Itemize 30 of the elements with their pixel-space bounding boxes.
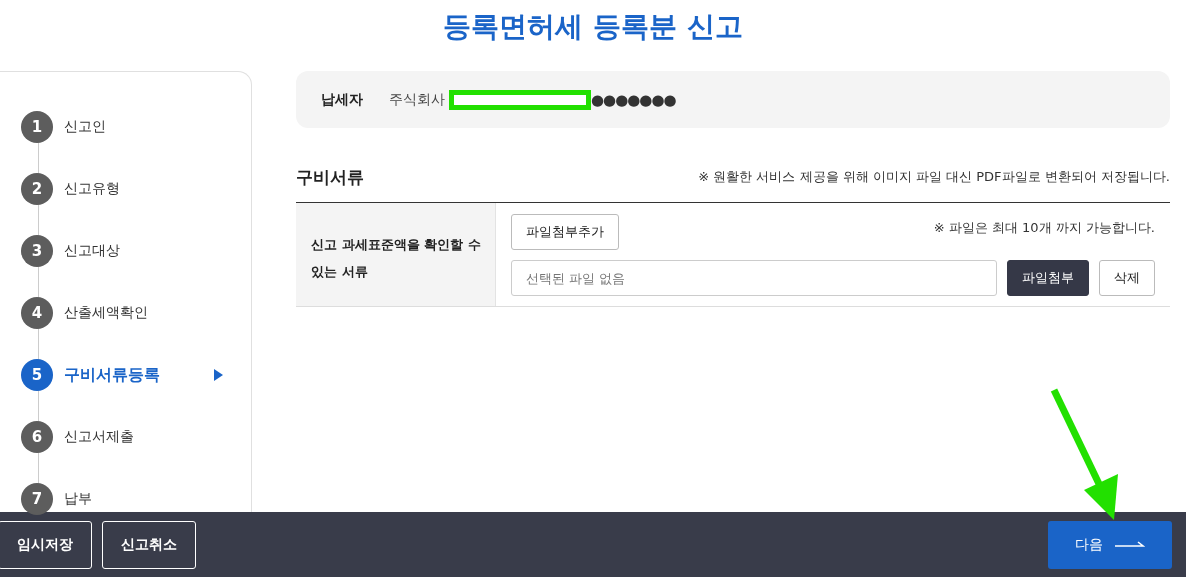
step-number: 1 xyxy=(21,111,53,143)
delete-button[interactable]: 삭제 xyxy=(1099,260,1155,296)
attach-file-button[interactable]: 파일첨부 xyxy=(1007,260,1089,296)
step-item[interactable]: 6 신고서제출 xyxy=(21,417,251,457)
section-title: 구비서류 xyxy=(296,165,364,189)
step-number: 6 xyxy=(21,421,53,453)
step-number: 2 xyxy=(21,173,53,205)
page-title: 등록면허세 등록분 신고 xyxy=(442,9,744,45)
company-prefix: 주식회사 xyxy=(389,90,445,109)
step-item[interactable]: 1 신고인 xyxy=(21,107,251,147)
footer-button[interactable]: 임시저장 xyxy=(0,520,92,569)
step-item[interactable]: 3 신고대상 xyxy=(21,231,251,271)
footer-button[interactable]: 신고취소 xyxy=(102,520,196,569)
limit-note: ※ 파일은 최대 10개 까지 가능합니다. xyxy=(933,219,1155,237)
step-item[interactable]: 5 구비서류등록 xyxy=(21,355,251,395)
step-item[interactable]: 2 신고유형 xyxy=(21,169,251,209)
step-item[interactable]: 7 납부 xyxy=(21,479,251,519)
step-number: 7 xyxy=(21,483,53,515)
add-attachment-button[interactable]: 파일첨부추가 xyxy=(511,214,619,250)
file-name-field[interactable]: 선택된 파일 없음 xyxy=(511,260,997,296)
notice-text: ※ 원활한 서비스 제공을 위해 이미지 파일 대신 PDF파일로 변환되어 저장됩니다. xyxy=(698,168,1170,186)
step-number: 5 xyxy=(21,359,53,391)
step-item[interactable]: 4 산출세액확인 xyxy=(21,293,251,333)
step-number: 3 xyxy=(21,235,53,267)
triangle-icon xyxy=(214,369,223,381)
masked-name: ●●●●●●● xyxy=(591,90,676,109)
taxpayer-label: 납세자 xyxy=(321,90,363,109)
document-label-cell: 신고 과세표준액을 확인할 수 있는 서류 xyxy=(296,203,496,306)
next-button[interactable]: 다음 xyxy=(1048,520,1172,569)
step-number: 4 xyxy=(21,297,53,329)
